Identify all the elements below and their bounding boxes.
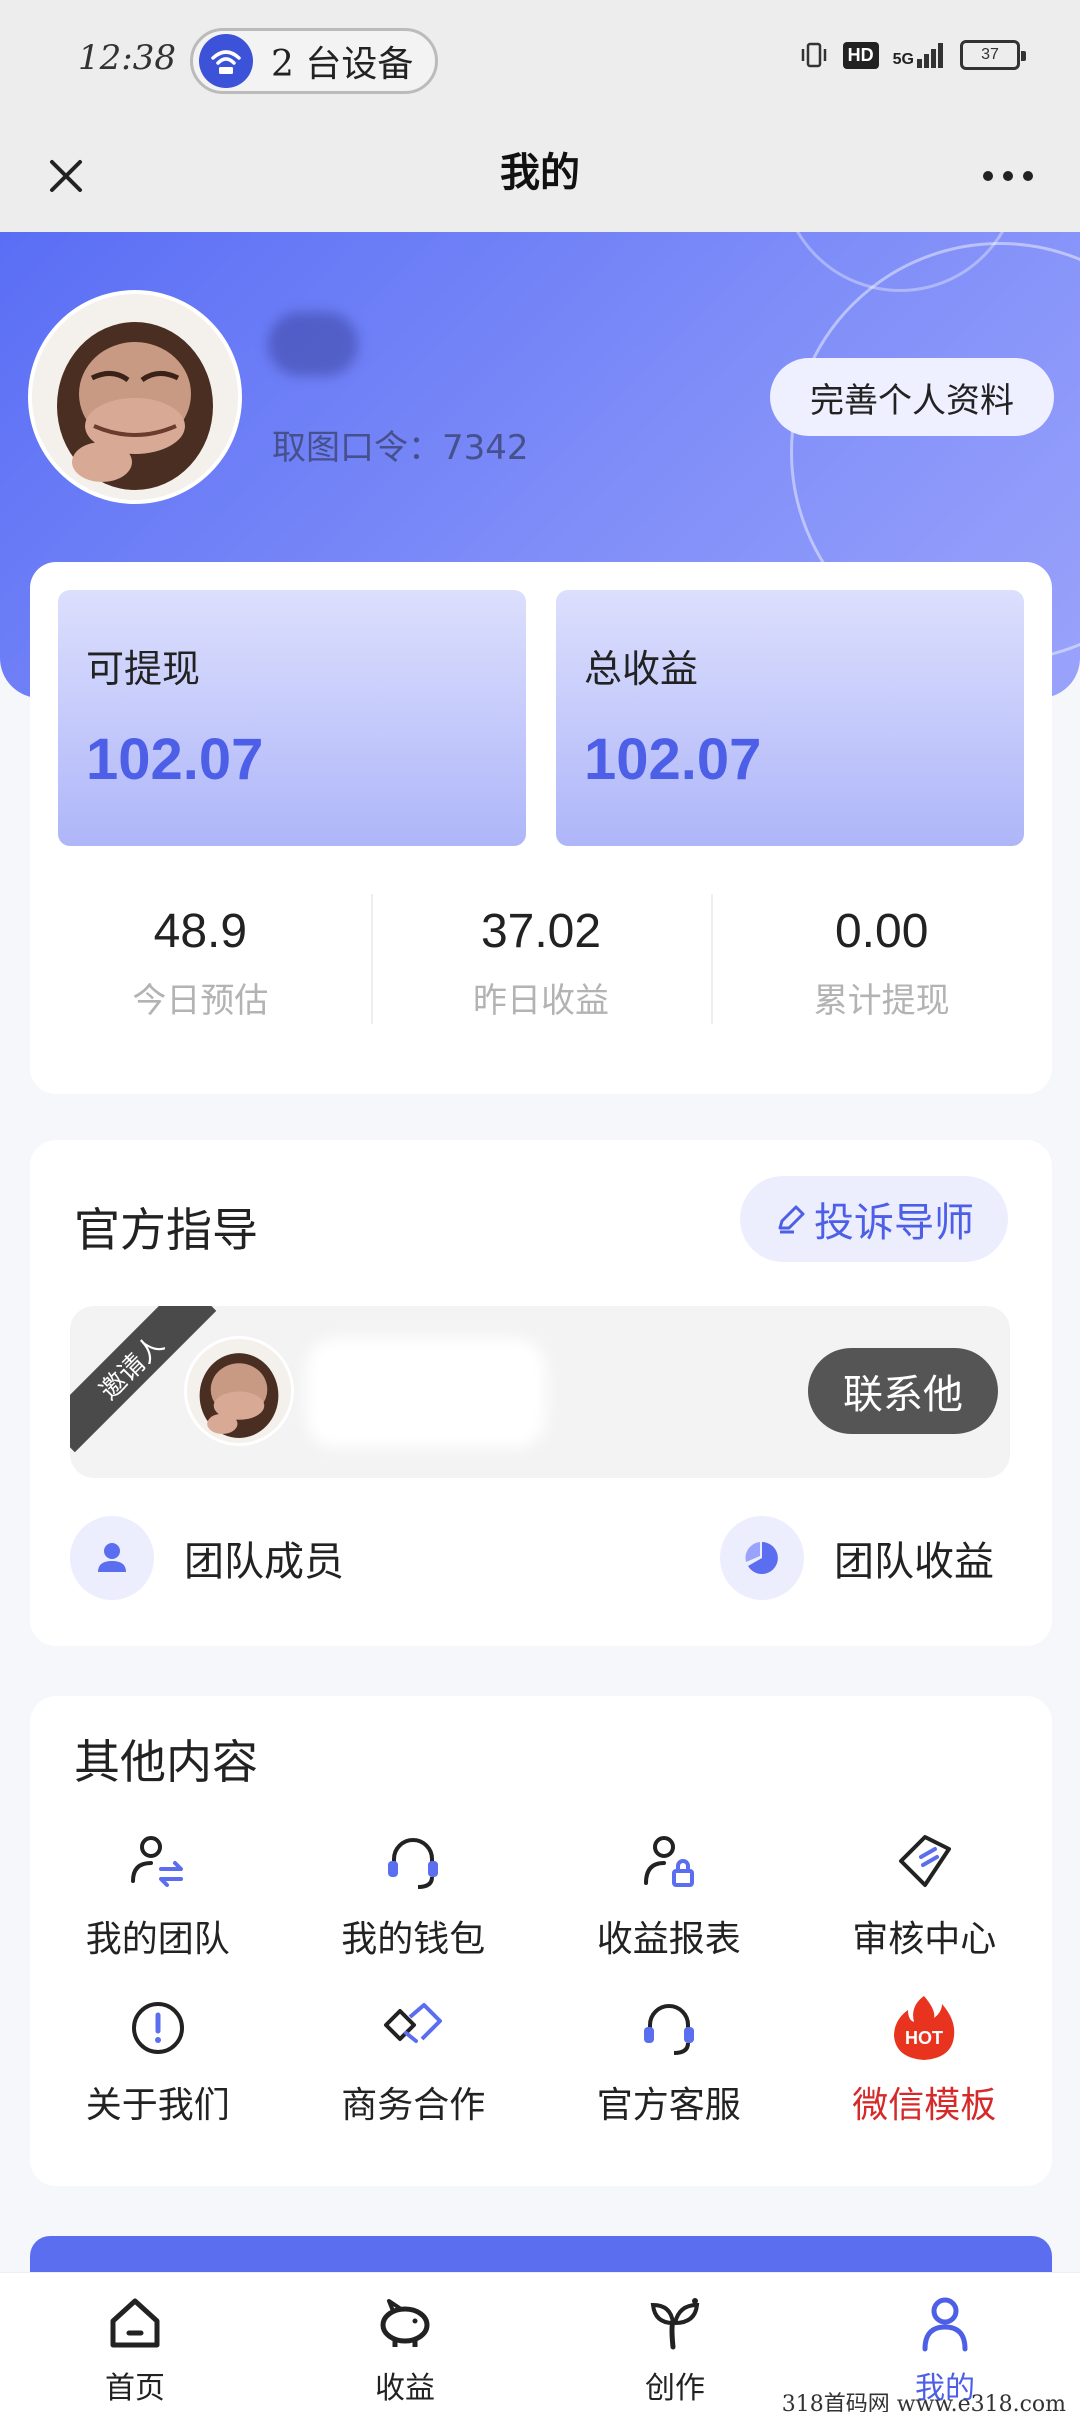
- stat-withdrawn: 0.00 累计提现: [711, 874, 1052, 1024]
- more-icon[interactable]: [972, 144, 1044, 208]
- grid-item-earnings-report[interactable]: 收益报表: [541, 1826, 797, 1962]
- total-earnings-value: 102.07: [584, 727, 762, 792]
- complete-profile-button[interactable]: 完善个人资料: [770, 358, 1054, 436]
- team-earnings-label: 团队收益: [834, 1539, 994, 1585]
- user-lock-icon: [633, 1826, 705, 1898]
- withdrawable-value: 102.07: [86, 727, 264, 792]
- stat-value: 37.02: [480, 905, 602, 958]
- total-earnings-box[interactable]: 总收益 102.07: [556, 590, 1024, 846]
- edit-icon: [778, 1205, 805, 1234]
- complain-label: 投诉导师: [814, 1200, 974, 1246]
- chimp-avatar-icon: [32, 294, 238, 500]
- stat-value: 48.9: [153, 905, 248, 958]
- official-guide-card: 官方指导 投诉导师 邀请人 联系他 团队成员 团队收益: [30, 1140, 1052, 1646]
- grid-label: 官方客服: [596, 2085, 741, 2126]
- clock: 12:38: [78, 38, 176, 78]
- team-swap-icon: [122, 1826, 194, 1898]
- inviter-name-blurred: [306, 1338, 546, 1448]
- stat-label: 累计提现: [813, 981, 950, 1021]
- chimp-avatar-icon: [187, 1339, 291, 1443]
- grid-item-customer-service[interactable]: 官方客服: [541, 1992, 797, 2128]
- signal-icon: 5G: [893, 41, 946, 69]
- other-content-card: 其他内容 我的团队 我的钱包 收益报表 审核中心 关于我们 商务合作 官方客服 …: [30, 1696, 1052, 2186]
- user-code: 取图口令：7342: [272, 428, 529, 468]
- page-title: 我的: [500, 150, 580, 196]
- grid-item-wallet[interactable]: 我的钱包: [286, 1826, 542, 1962]
- grid-item-review-center[interactable]: 审核中心: [797, 1826, 1053, 1962]
- grid-label: 收益报表: [596, 1919, 741, 1960]
- tab-label: 收益: [375, 2371, 435, 2406]
- headset-icon: [633, 1992, 705, 2064]
- stat-today: 48.9 今日预估: [30, 874, 371, 1024]
- grid-label: 关于我们: [85, 2085, 230, 2126]
- grid-label: 审核中心: [852, 1919, 997, 1960]
- other-grid: 我的团队 我的钱包 收益报表 审核中心 关于我们 商务合作 官方客服 HOT 微…: [30, 1826, 1052, 2128]
- stat-value: 0.00: [834, 905, 929, 958]
- handshake-icon: [377, 1992, 449, 2064]
- vibrate-icon: [801, 42, 826, 68]
- watermark: 318首码网 www.e318.com: [781, 2392, 1066, 2412]
- devices-label: 2 台设备: [271, 44, 414, 85]
- tab-label: 首页: [105, 2371, 165, 2406]
- stat-label: 今日预估: [132, 981, 269, 1021]
- headset-icon: [377, 1826, 449, 1898]
- contact-button[interactable]: 联系他: [808, 1348, 998, 1434]
- network-label: 5G: [892, 51, 914, 68]
- avatar[interactable]: [28, 290, 242, 504]
- battery-level: 37: [981, 46, 999, 63]
- user-name-blurred: [268, 312, 358, 376]
- piggy-bank-icon: [373, 2291, 437, 2355]
- inviter-panel: 邀请人 联系他: [70, 1306, 1010, 1478]
- grid-item-business[interactable]: 商务合作: [286, 1992, 542, 2128]
- status-icons: HD 5G 37: [799, 40, 1026, 70]
- team-members-label: 团队成员: [184, 1539, 344, 1585]
- tab-label: 创作: [645, 2371, 705, 2406]
- team-members-entry[interactable]: 团队成员: [70, 1516, 344, 1600]
- sprout-icon: [643, 2291, 707, 2355]
- tag-icon: [888, 1826, 960, 1898]
- pie-chart-icon: [720, 1516, 804, 1600]
- grid-label: 我的团队: [85, 1919, 230, 1960]
- app-bar: 我的: [0, 120, 1080, 232]
- info-icon: [122, 1992, 194, 2064]
- hot-flame-icon: HOT: [888, 1992, 960, 2064]
- withdrawable-box[interactable]: 可提现 102.07: [58, 590, 526, 846]
- battery-icon: 37: [960, 40, 1026, 70]
- team-row: 团队成员 团队收益: [70, 1516, 1010, 1606]
- tab-home[interactable]: 首页: [0, 2273, 270, 2412]
- grid-label: 商务合作: [341, 2085, 486, 2126]
- stat-yesterday: 37.02 昨日收益: [370, 874, 712, 1024]
- hot-badge: HOT: [905, 2028, 943, 2048]
- total-earnings-label: 总收益: [584, 647, 699, 691]
- user-icon: [70, 1516, 154, 1600]
- tab-earnings[interactable]: 收益: [270, 2273, 540, 2412]
- section-title: 官方指导: [74, 1203, 258, 1257]
- grid-item-about-us[interactable]: 关于我们: [30, 1992, 286, 2128]
- section-title: 其他内容: [74, 1735, 258, 1789]
- status-bar: 12:38 2 台设备 HD 5G 37: [0, 0, 1080, 120]
- stat-label: 昨日收益: [473, 981, 609, 1021]
- withdrawable-label: 可提现: [86, 647, 201, 691]
- earnings-card: 可提现 102.07 总收益 102.07 48.9 今日预估 37.02 昨日…: [30, 562, 1052, 1094]
- tab-create[interactable]: 创作: [540, 2273, 810, 2412]
- connected-devices-pill[interactable]: 2 台设备: [190, 28, 438, 94]
- wifi-icon: [199, 34, 253, 88]
- complain-mentor-button[interactable]: 投诉导师: [740, 1176, 1008, 1262]
- earnings-stats: 48.9 今日预估 37.02 昨日收益 0.00 累计提现: [30, 874, 1052, 1024]
- home-icon: [103, 2291, 167, 2355]
- grid-label: 我的钱包: [341, 1919, 486, 1960]
- grid-item-my-team[interactable]: 我的团队: [30, 1826, 286, 1962]
- grid-item-wechat-template[interactable]: HOT 微信模板: [797, 1992, 1053, 2128]
- hd-badge: HD: [842, 41, 879, 69]
- inviter-avatar: [184, 1336, 294, 1446]
- grid-label: 微信模板: [852, 2085, 997, 2126]
- team-earnings-entry[interactable]: 团队收益: [720, 1516, 994, 1600]
- user-icon: [913, 2291, 977, 2355]
